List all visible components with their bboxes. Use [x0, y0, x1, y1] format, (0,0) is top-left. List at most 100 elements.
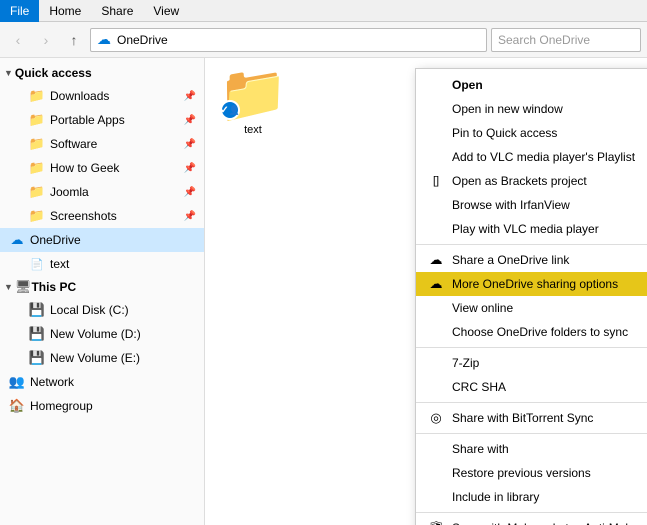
- sidebar-item-text[interactable]: 📄 text: [20, 252, 204, 276]
- text-icon: 📄: [28, 255, 46, 273]
- sidebar-item-label: Screenshots: [50, 209, 182, 223]
- context-menu: Open Open in new window Pin to Quick acc…: [415, 68, 647, 525]
- sidebar-item-label: OneDrive: [30, 233, 196, 247]
- sidebar-item-label: Joomla: [50, 185, 182, 199]
- ctx-malwarebytes[interactable]: 🛡 Scan with Malwarebytes Anti-Malware: [416, 516, 647, 525]
- sidebar-item-label: How to Geek: [50, 161, 182, 175]
- folder-icon: 📁: [28, 111, 46, 129]
- folder-icon-wrap: 📁 ✓ 👤: [218, 66, 288, 122]
- network-icon: 👥: [8, 373, 26, 391]
- ctx-cloud2-icon: ☁: [426, 276, 446, 292]
- ctx-view-online[interactable]: View online: [416, 296, 647, 320]
- folder-item-text[interactable]: 📁 ✓ 👤 text: [213, 66, 293, 136]
- pin-icon: 📌: [184, 163, 196, 174]
- sidebar-item-label: Network: [30, 375, 196, 389]
- people-icon: 👤: [229, 105, 240, 116]
- ctx-include-library[interactable]: Include in library ›: [416, 485, 647, 509]
- ctx-play-vlc[interactable]: Play with VLC media player: [416, 217, 647, 241]
- checkmark-icon: ✓: [220, 105, 228, 116]
- ctx-share-with[interactable]: Share with ›: [416, 437, 647, 461]
- forward-button[interactable]: ›: [34, 28, 58, 52]
- pin-icon: 📌: [184, 187, 196, 198]
- sidebar-item-joomla[interactable]: 📁 Joomla 📌: [20, 180, 204, 204]
- sidebar-item-volume-d[interactable]: 💾 New Volume (D:): [20, 322, 204, 346]
- disk-icon: 💾: [28, 349, 46, 367]
- menu-share[interactable]: Share: [91, 0, 143, 22]
- folder-icon: 📁: [28, 183, 46, 201]
- sidebar-item-label: Homegroup: [30, 399, 196, 413]
- ctx-choose-folders[interactable]: Choose OneDrive folders to sync: [416, 320, 647, 344]
- folder-badge: ✓ 👤: [220, 100, 240, 120]
- menu-view[interactable]: View: [143, 0, 189, 22]
- ctx-restore-versions[interactable]: Restore previous versions: [416, 461, 647, 485]
- ctx-add-vlc[interactable]: Add to VLC media player's Playlist: [416, 145, 647, 169]
- sidebar-item-homegroup[interactable]: 🏠 Homegroup: [0, 394, 204, 418]
- sidebar-item-label: Local Disk (C:): [50, 303, 196, 317]
- ctx-open[interactable]: Open: [416, 73, 647, 97]
- ctx-browse-irfan[interactable]: Browse with IrfanView: [416, 193, 647, 217]
- sidebar-item-label: New Volume (D:): [50, 327, 196, 341]
- folder-icon: 📁: [28, 159, 46, 177]
- ctx-sep-3: [416, 402, 647, 403]
- sidebar-section-this-pc[interactable]: ▼ 🖥 This PC: [0, 276, 204, 298]
- folder-icon: 📁: [28, 87, 46, 105]
- this-pc-label: This PC: [31, 280, 76, 294]
- pin-icon: 📌: [184, 211, 196, 222]
- ctx-open-new-window[interactable]: Open in new window: [416, 97, 647, 121]
- sidebar-item-label: Software: [50, 137, 182, 151]
- folder-icon: 📁: [28, 135, 46, 153]
- menu-home[interactable]: Home: [39, 0, 91, 22]
- address-bar[interactable]: ☁ OneDrive: [90, 28, 487, 52]
- onedrive-icon: ☁: [8, 231, 26, 249]
- ctx-7zip[interactable]: 7-Zip ›: [416, 351, 647, 375]
- sidebar-item-how-to-geek[interactable]: 📁 How to Geek 📌: [20, 156, 204, 180]
- ctx-sep-5: [416, 512, 647, 513]
- ctx-malware-icon: 🛡: [426, 520, 446, 525]
- disk-icon: 💾: [28, 325, 46, 343]
- ctx-pin-quick-access[interactable]: Pin to Quick access: [416, 121, 647, 145]
- ctx-cloud-icon: ☁: [426, 252, 446, 268]
- search-bar[interactable]: Search OneDrive: [491, 28, 641, 52]
- sidebar-item-label: New Volume (E:): [50, 351, 196, 365]
- sidebar-item-downloads[interactable]: 📁 Downloads 📌: [20, 84, 204, 108]
- content-area: 📁 ✓ 👤 text Open Open in new window Pin: [205, 58, 647, 525]
- ctx-crc-sha[interactable]: CRC SHA ›: [416, 375, 647, 399]
- sidebar-item-portable-apps[interactable]: 📁 Portable Apps 📌: [20, 108, 204, 132]
- sidebar-item-software[interactable]: 📁 Software 📌: [20, 132, 204, 156]
- quick-access-label: Quick access: [15, 66, 92, 80]
- ctx-more-sharing[interactable]: ☁ More OneDrive sharing options: [416, 272, 647, 296]
- pc-icon: 🖥: [15, 279, 32, 295]
- address-text: OneDrive: [117, 33, 168, 47]
- sidebar-item-local-disk-c[interactable]: 💾 Local Disk (C:): [20, 298, 204, 322]
- sidebar-item-network[interactable]: 👥 Network: [0, 370, 204, 394]
- ctx-sep-2: [416, 347, 647, 348]
- up-button[interactable]: ↑: [62, 28, 86, 52]
- ctx-bittorrent-icon: ◎: [426, 410, 446, 426]
- sidebar-item-volume-e[interactable]: 💾 New Volume (E:): [20, 346, 204, 370]
- ctx-brackets-icon: []: [426, 175, 446, 187]
- this-pc-children: 💾 Local Disk (C:) 💾 New Volume (D:) 💾 Ne…: [0, 298, 204, 370]
- main-layout: ▼ Quick access 📁 Downloads 📌 📁 Portable …: [0, 58, 647, 525]
- menu-file[interactable]: File: [0, 0, 39, 22]
- search-placeholder: Search OneDrive: [498, 33, 590, 47]
- quick-access-children: 📁 Downloads 📌 📁 Portable Apps 📌 📁 Softwa…: [0, 84, 204, 228]
- sidebar-item-label: Downloads: [50, 89, 182, 103]
- sidebar-item-onedrive[interactable]: ☁ OneDrive: [0, 228, 204, 252]
- sidebar-item-label: text: [50, 257, 196, 271]
- sidebar-section-quick-access[interactable]: ▼ Quick access: [0, 62, 204, 84]
- sidebar-item-label: Portable Apps: [50, 113, 182, 127]
- back-button[interactable]: ‹: [6, 28, 30, 52]
- ctx-open-brackets[interactable]: [] Open as Brackets project: [416, 169, 647, 193]
- ctx-share-bittorrent[interactable]: ◎ Share with BitTorrent Sync: [416, 406, 647, 430]
- pin-icon: 📌: [184, 139, 196, 150]
- pin-icon: 📌: [184, 91, 196, 102]
- ctx-sep-4: [416, 433, 647, 434]
- ctx-sep-1: [416, 244, 647, 245]
- toolbar: ‹ › ↑ ☁ OneDrive Search OneDrive: [0, 22, 647, 58]
- sidebar-item-screenshots[interactable]: 📁 Screenshots 📌: [20, 204, 204, 228]
- onedrive-children: 📄 text: [0, 252, 204, 276]
- address-cloud-icon: ☁: [97, 31, 111, 48]
- homegroup-icon: 🏠: [8, 397, 26, 415]
- folder-icon: 📁: [28, 207, 46, 225]
- ctx-share-onedrive[interactable]: ☁ Share a OneDrive link: [416, 248, 647, 272]
